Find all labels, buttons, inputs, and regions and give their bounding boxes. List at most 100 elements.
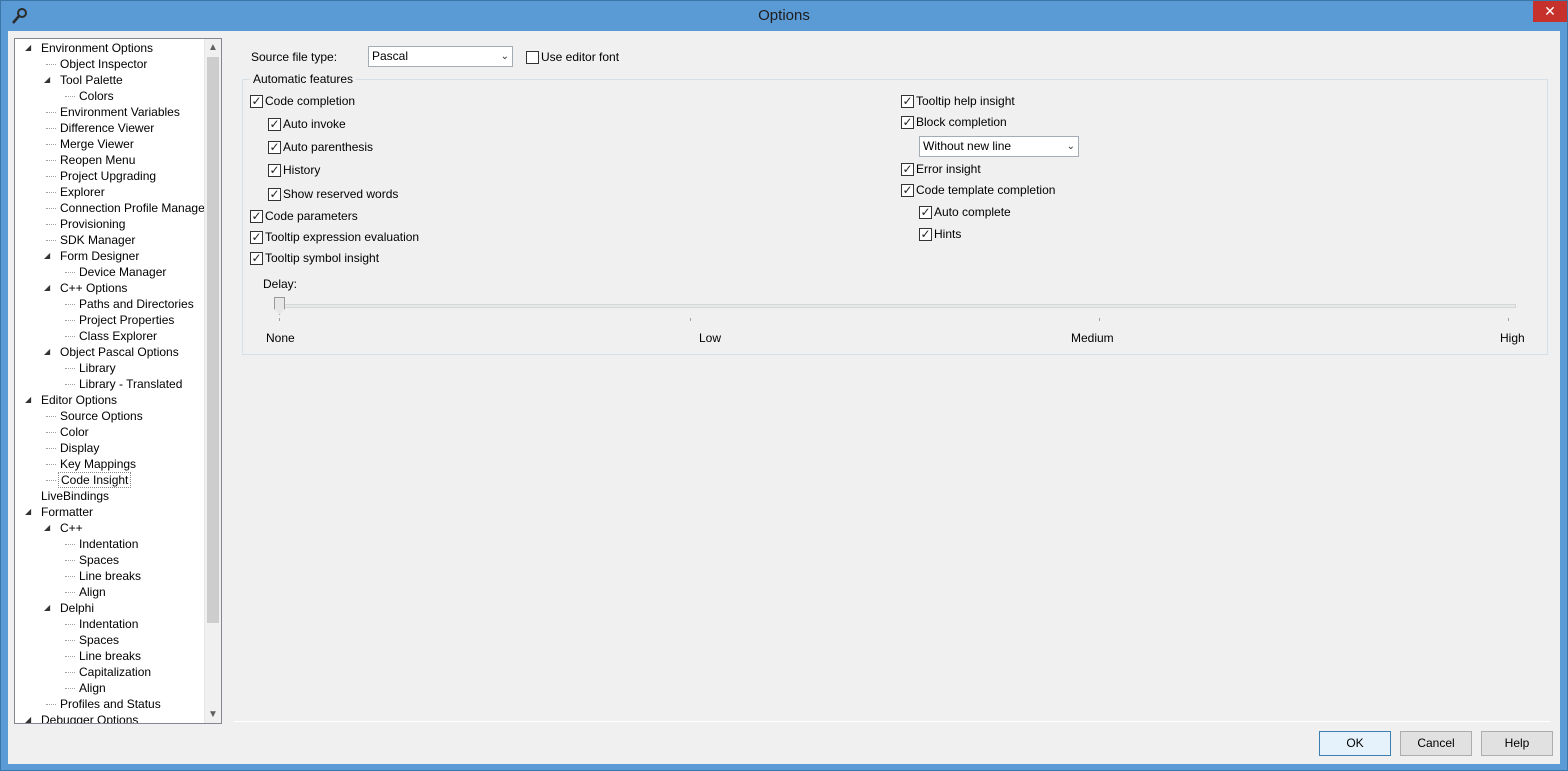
expanded-triangle-icon[interactable]: ◢ bbox=[44, 248, 53, 264]
auto-complete-label: Auto complete bbox=[934, 205, 1011, 219]
ok-button[interactable]: OK bbox=[1319, 731, 1391, 756]
scroll-down-icon[interactable]: ▼ bbox=[205, 706, 221, 723]
check-icon: ✓ bbox=[250, 94, 263, 108]
tree-connector bbox=[46, 432, 56, 433]
tree-connector bbox=[65, 624, 75, 625]
tree-connector bbox=[46, 144, 56, 145]
scroll-thumb[interactable] bbox=[207, 57, 219, 623]
tree-item[interactable]: Display bbox=[15, 440, 204, 456]
tree-item[interactable]: ◢ C++ bbox=[15, 520, 204, 536]
tree-item[interactable]: Profiles and Status bbox=[15, 696, 204, 712]
tree-item[interactable]: LiveBindings bbox=[15, 488, 204, 504]
check-icon: ✓ bbox=[250, 230, 263, 244]
tree-item[interactable]: Provisioning bbox=[15, 216, 204, 232]
options-tree[interactable]: ◢ Environment Options Object Inspector ◢ Too… bbox=[14, 38, 222, 724]
expanded-triangle-icon[interactable]: ◢ bbox=[25, 712, 34, 723]
tree-item[interactable]: Indentation bbox=[15, 616, 204, 632]
auto-invoke-label: Auto invoke bbox=[283, 117, 346, 131]
dialog-client: ◢ Environment Options Object Inspector ◢ Too… bbox=[8, 31, 1560, 764]
tree-connector bbox=[65, 384, 75, 385]
tree-item[interactable]: ◢ Formatter bbox=[15, 504, 204, 520]
tree-item[interactable]: Merge Viewer bbox=[15, 136, 204, 152]
scroll-up-icon[interactable]: ▲ bbox=[205, 39, 221, 56]
title-bar[interactable]: Options ✕ bbox=[1, 1, 1567, 31]
tree-item-label: Project Properties bbox=[79, 313, 175, 327]
tree-item[interactable]: ◢ Tool Palette bbox=[15, 72, 204, 88]
tree-connector bbox=[46, 128, 56, 129]
code-template-completion-label: Code template completion bbox=[916, 183, 1056, 197]
tree-item-label: C++ Options bbox=[60, 281, 128, 295]
tree-item[interactable]: SDK Manager bbox=[15, 232, 204, 248]
checkbox-box bbox=[526, 51, 539, 64]
expanded-triangle-icon[interactable]: ◢ bbox=[44, 72, 53, 88]
tree-item[interactable]: Line breaks bbox=[15, 568, 204, 584]
tree-item[interactable]: Project Upgrading bbox=[15, 168, 204, 184]
tree-item[interactable]: Explorer bbox=[15, 184, 204, 200]
tree-item[interactable]: Paths and Directories bbox=[15, 296, 204, 312]
tree-item-label: Align bbox=[79, 585, 106, 599]
tree-item[interactable]: Line breaks bbox=[15, 648, 204, 664]
tree-scrollbar[interactable]: ▲ ▼ bbox=[204, 39, 221, 723]
tree-item[interactable]: Difference Viewer bbox=[15, 120, 204, 136]
tree-connector bbox=[65, 560, 75, 561]
expanded-triangle-icon[interactable]: ◢ bbox=[25, 40, 34, 56]
help-button[interactable]: Help bbox=[1481, 731, 1553, 756]
tree-item[interactable]: Library bbox=[15, 360, 204, 376]
tree-item-label: Code Insight bbox=[58, 472, 132, 488]
tree-connector bbox=[46, 224, 56, 225]
tree-item[interactable]: Library - Translated bbox=[15, 376, 204, 392]
tree-connector bbox=[65, 336, 75, 337]
tree-item[interactable]: ◢ Delphi bbox=[15, 600, 204, 616]
expanded-triangle-icon[interactable]: ◢ bbox=[44, 280, 53, 296]
tree-item-label: Environment Options bbox=[41, 41, 154, 55]
tree-item-label: Class Explorer bbox=[79, 329, 158, 343]
tree-item[interactable]: Connection Profile Manager bbox=[15, 200, 209, 216]
cancel-button[interactable]: Cancel bbox=[1400, 731, 1472, 756]
tree-item[interactable]: Spaces bbox=[15, 632, 204, 648]
tree-connector bbox=[65, 320, 75, 321]
tree-item[interactable]: Colors bbox=[15, 88, 204, 104]
tree-item[interactable]: Indentation bbox=[15, 536, 204, 552]
tree-item-label: Explorer bbox=[60, 185, 105, 199]
close-button[interactable]: ✕ bbox=[1533, 1, 1567, 22]
tree-item[interactable]: Reopen Menu bbox=[15, 152, 204, 168]
tree-item[interactable]: ◢ Environment Options bbox=[15, 40, 204, 56]
tree-item[interactable]: Capitalization bbox=[15, 664, 204, 680]
tree-item[interactable]: Spaces bbox=[15, 552, 204, 568]
bottom-separator bbox=[234, 721, 1550, 722]
block-completion-mode-select[interactable]: Without new line ⌄ bbox=[919, 136, 1079, 157]
expanded-triangle-icon[interactable]: ◢ bbox=[44, 344, 53, 360]
tree-item[interactable]: Project Properties bbox=[15, 312, 204, 328]
expanded-triangle-icon[interactable]: ◢ bbox=[25, 392, 34, 408]
tree-item-label: Key Mappings bbox=[60, 457, 137, 471]
tree-item[interactable]: Device Manager bbox=[15, 264, 204, 280]
block-completion-mode-value: Without new line bbox=[923, 139, 1012, 153]
delay-slider-track[interactable] bbox=[280, 304, 1516, 308]
tree-item[interactable]: Source Options bbox=[15, 408, 204, 424]
tree-item[interactable]: ◢ Editor Options bbox=[15, 392, 204, 408]
tree-item[interactable]: Object Inspector bbox=[15, 56, 204, 72]
tree-item[interactable]: ◢ Debugger Options bbox=[15, 712, 204, 723]
tree-item[interactable]: Code Insight bbox=[15, 472, 204, 488]
tree-item[interactable]: ◢ C++ Options bbox=[15, 280, 204, 296]
tree-item[interactable]: Environment Variables bbox=[15, 104, 204, 120]
tree-item[interactable]: Class Explorer bbox=[15, 328, 204, 344]
tree-item[interactable]: Align bbox=[15, 680, 204, 696]
expanded-triangle-icon[interactable]: ◢ bbox=[44, 600, 53, 616]
use-editor-font-label: Use editor font bbox=[541, 50, 620, 64]
check-icon: ✓ bbox=[919, 205, 932, 219]
tree-item[interactable]: Align bbox=[15, 584, 204, 600]
history-label: History bbox=[283, 163, 321, 177]
tree-connector bbox=[65, 368, 75, 369]
expanded-triangle-icon[interactable]: ◢ bbox=[25, 504, 34, 520]
tree-item[interactable]: Color bbox=[15, 424, 204, 440]
tree-item[interactable]: ◢ Object Pascal Options bbox=[15, 344, 204, 360]
tick-mark bbox=[690, 318, 691, 321]
check-icon: ✓ bbox=[901, 115, 914, 129]
auto-parenthesis-label: Auto parenthesis bbox=[283, 140, 374, 154]
tree-item[interactable]: ◢ Form Designer bbox=[15, 248, 204, 264]
check-icon: ✓ bbox=[268, 117, 281, 131]
tree-item[interactable]: Key Mappings bbox=[15, 456, 204, 472]
source-file-type-select[interactable]: Pascal ⌄ bbox=[368, 46, 513, 67]
expanded-triangle-icon[interactable]: ◢ bbox=[44, 520, 53, 536]
